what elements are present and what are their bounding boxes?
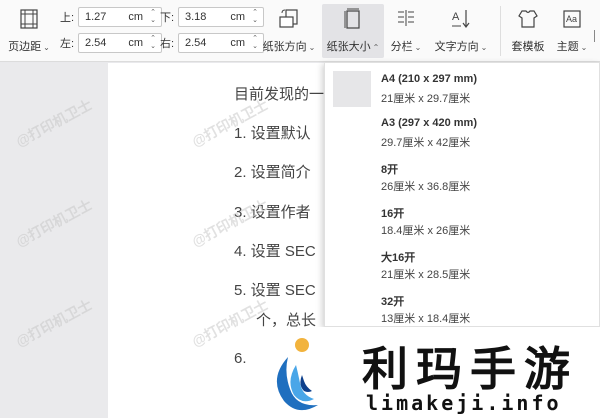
paper-size-dims: 29.7厘米 x 42厘米 bbox=[381, 137, 471, 149]
bottom-margin-value: 3.18 bbox=[185, 11, 207, 23]
margins-label: 页边距 bbox=[8, 41, 42, 53]
paper-size-dims: 26厘米 x 36.8厘米 bbox=[381, 181, 471, 193]
top-margin-value: 1.27 bbox=[85, 11, 107, 23]
bottom-margin-label: 下: bbox=[160, 12, 175, 24]
paper-size-name: 8开 bbox=[381, 164, 399, 176]
bottom-margin-row: 下: 3.18 cm ⌃ ⌄ bbox=[160, 7, 264, 27]
paper-size-name: 16开 bbox=[381, 208, 405, 220]
paper-thumbnail bbox=[333, 71, 371, 107]
paper-size-option-big16k[interactable]: 大16开 21厘米 x 28.5厘米 bbox=[325, 241, 599, 285]
paper-size-name: A4 (210 x 297 mm) bbox=[381, 73, 477, 85]
paper-size-button[interactable]: 纸张大小 ⌃ bbox=[322, 4, 384, 58]
paper-size-option-a3[interactable]: A3 (297 x 420 mm) 29.7厘米 x 42厘米 bbox=[325, 109, 599, 153]
text-direction-icon: A bbox=[450, 6, 472, 32]
theme-button[interactable]: Aa 主题 ⌄ bbox=[552, 6, 592, 56]
paper-size-option-8k[interactable]: 8开 26厘米 x 36.8厘米 bbox=[325, 153, 599, 197]
stepper-icon[interactable]: ⌃ ⌄ bbox=[148, 35, 158, 51]
paper-size-dropdown: A4 (210 x 297 mm) 21厘米 x 29.7厘米 A3 (297 … bbox=[324, 62, 600, 327]
right-margin-value: 2.54 bbox=[185, 37, 207, 49]
doc-line[interactable]: 5. 设置 SEC bbox=[234, 279, 316, 300]
top-margin-unit: cm bbox=[128, 11, 143, 23]
more-tools-icon[interactable] bbox=[594, 30, 600, 42]
paper-size-option-32k[interactable]: 32开 13厘米 x 18.4厘米 bbox=[325, 285, 599, 326]
brand-logo-icon bbox=[262, 335, 332, 415]
svg-text:Aa: Aa bbox=[566, 14, 577, 24]
left-margin-field[interactable]: 2.54 cm ⌃ ⌄ bbox=[78, 33, 162, 53]
stepper-icon[interactable]: ⌃ ⌄ bbox=[148, 9, 158, 25]
paper-size-name: 大16开 bbox=[381, 252, 416, 264]
theme-label: 主题 bbox=[556, 41, 579, 53]
right-margin-field[interactable]: 2.54 cm ⌃ ⌄ bbox=[178, 33, 264, 53]
brand-name: 利玛手游 bbox=[362, 342, 578, 396]
orientation-button[interactable]: 纸张方向 ⌄ bbox=[258, 6, 320, 56]
paper-size-option-16k[interactable]: 16开 18.4厘米 x 26厘米 bbox=[325, 197, 599, 241]
right-margin-unit: cm bbox=[230, 37, 245, 49]
chevron-down-icon: ⌄ bbox=[480, 43, 488, 52]
chevron-down-icon: ⌄ bbox=[414, 43, 422, 52]
template-label: 套模板 bbox=[511, 41, 545, 53]
text-direction-label: 文字方向 bbox=[434, 41, 479, 53]
top-margin-field[interactable]: 1.27 cm ⌃ ⌄ bbox=[78, 7, 162, 27]
paper-size-dims: 21厘米 x 29.7厘米 bbox=[381, 93, 471, 105]
chevron-down-icon: ⌄ bbox=[580, 43, 588, 52]
margins-icon bbox=[19, 6, 39, 32]
right-margin-label: 右: bbox=[160, 38, 175, 50]
left-margin-value: 2.54 bbox=[85, 37, 107, 49]
orientation-icon bbox=[278, 6, 300, 32]
top-margin-label: 上: bbox=[60, 12, 75, 24]
theme-icon: Aa bbox=[562, 6, 582, 32]
doc-line[interactable]: 6. bbox=[234, 350, 247, 367]
bottom-margin-unit: cm bbox=[230, 11, 245, 23]
doc-line[interactable]: 4. 设置 SEC bbox=[234, 240, 316, 261]
margins-button[interactable]: 页边距 ⌄ bbox=[4, 6, 54, 56]
paper-size-dims: 13厘米 x 18.4厘米 bbox=[381, 313, 471, 325]
columns-label: 分栏 bbox=[390, 41, 413, 53]
doc-line[interactable]: 2. 设置简介 bbox=[234, 161, 311, 182]
svg-text:A: A bbox=[452, 11, 460, 23]
watermark: @打印机卫士 bbox=[13, 296, 95, 350]
top-margin-row: 上: 1.27 cm ⌃ ⌄ bbox=[60, 7, 162, 27]
chevron-down-icon: ⌄ bbox=[308, 43, 316, 52]
paper-size-dims: 21厘米 x 28.5厘米 bbox=[381, 269, 471, 281]
toolbar-divider bbox=[500, 6, 501, 56]
paper-size-dims: 18.4厘米 x 26厘米 bbox=[381, 225, 471, 237]
paper-size-option-a4[interactable]: A4 (210 x 297 mm) 21厘米 x 29.7厘米 bbox=[325, 65, 599, 109]
left-margin-row: 左: 2.54 cm ⌃ ⌄ bbox=[60, 33, 162, 53]
left-margin-unit: cm bbox=[128, 37, 143, 49]
paper-size-name: A3 (297 x 420 mm) bbox=[381, 117, 477, 129]
text-direction-button[interactable]: A 文字方向 ⌄ bbox=[430, 6, 492, 56]
right-margin-row: 右: 2.54 cm ⌃ ⌄ bbox=[160, 33, 264, 53]
paper-size-icon bbox=[343, 6, 363, 32]
bottom-margin-field[interactable]: 3.18 cm ⌃ ⌄ bbox=[178, 7, 264, 27]
brand-url: limakeji.info bbox=[366, 391, 562, 415]
watermark: @打印机卫士 bbox=[13, 196, 95, 250]
brand-banner: 利玛手游 limakeji.info bbox=[256, 327, 600, 418]
template-icon bbox=[517, 6, 539, 32]
columns-icon bbox=[396, 6, 416, 32]
chevron-up-icon: ⌃ bbox=[372, 43, 380, 52]
paper-size-label: 纸张大小 bbox=[326, 41, 371, 53]
template-button[interactable]: 套模板 bbox=[506, 6, 550, 56]
columns-button[interactable]: 分栏 ⌄ bbox=[386, 6, 426, 56]
ribbon-toolbar: 页边距 ⌄ 上: 1.27 cm ⌃ ⌄ 左: 2.54 cm ⌃ ⌄ 下: 3.18… bbox=[0, 0, 600, 62]
chevron-down-icon: ⌄ bbox=[43, 43, 50, 52]
paper-size-name: 32开 bbox=[381, 296, 405, 308]
watermark: @打印机卫士 bbox=[13, 96, 95, 150]
left-margin-label: 左: bbox=[60, 38, 75, 50]
orientation-label: 纸张方向 bbox=[262, 41, 307, 53]
